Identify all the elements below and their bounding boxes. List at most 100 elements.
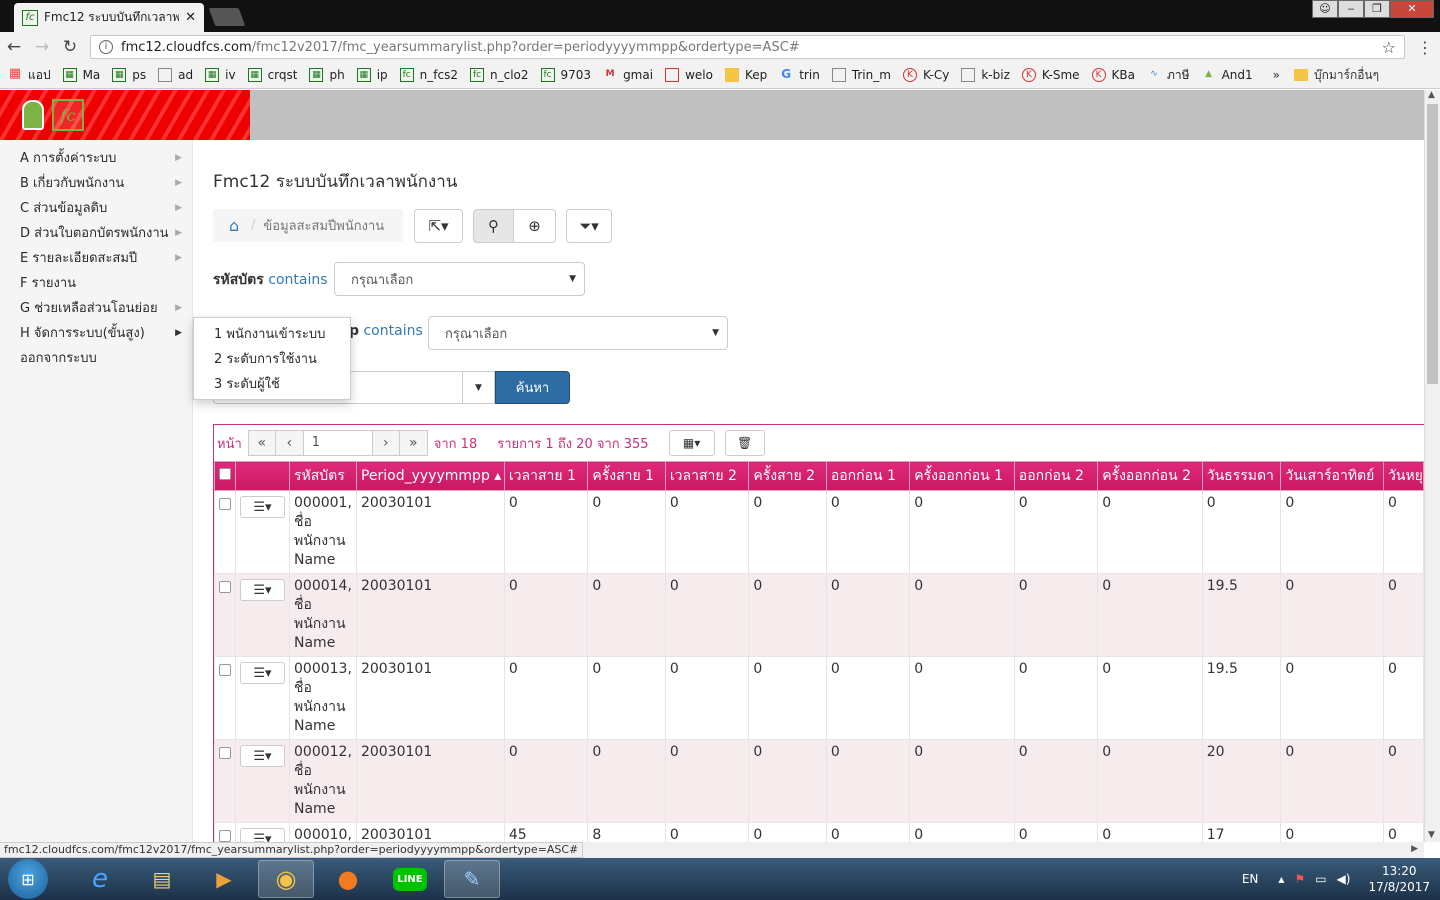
forward-arrow-icon[interactable]: → bbox=[28, 37, 56, 57]
col-header[interactable]: Period_yyyymmpp ▴ bbox=[355, 461, 505, 491]
submenu-item-user-level[interactable]: 3 ระดับผู้ใช้ bbox=[194, 372, 350, 397]
bookmark-item[interactable]: k-biz bbox=[961, 68, 1010, 82]
col-header[interactable]: ครั้งออกก่อน 1 bbox=[909, 461, 1015, 491]
bookmark-star-icon[interactable]: ☆ bbox=[1382, 38, 1396, 57]
col-header[interactable]: ครั้งสาย 1 bbox=[587, 461, 666, 491]
bookmark-item[interactable]: Gtrin bbox=[779, 68, 820, 82]
table-row[interactable]: ☰▾ 000014, ชื่อ พนักงาน Name 20030101 0 0 0 0 0… bbox=[214, 573, 1424, 657]
bookmark-apps[interactable]: ▦ แอป bbox=[8, 66, 51, 85]
ie-icon[interactable]: e bbox=[72, 860, 128, 898]
submenu-item-access-level[interactable]: 2 ระดับการใช้งาน bbox=[194, 347, 350, 372]
col-header[interactable]: เวลาสาย 2 bbox=[664, 461, 750, 491]
other-bookmarks-folder[interactable]: บุ๊กมาร์กอื่นๆ bbox=[1293, 66, 1379, 85]
last-page-button[interactable]: » bbox=[399, 430, 428, 456]
search-toggle-button[interactable]: ⚲ bbox=[473, 209, 514, 243]
submenu-item-user-login[interactable]: 1 พนักงานเข้าระบบ bbox=[194, 322, 350, 347]
row-checkbox[interactable] bbox=[219, 498, 231, 510]
table-row[interactable]: ☰▾ 000012, ชื่อ พนักงาน Name 20030101 0 0 0 0 0… bbox=[214, 739, 1424, 823]
sidebar-item-timecards[interactable]: D ส่วนใบตอกบัตรพนักงาน ▶ bbox=[20, 220, 186, 245]
table-row[interactable]: ☰▾000010, ชื่อ พนักงาน Name2003010145800… bbox=[214, 822, 1424, 842]
explorer-folder-icon[interactable]: ▤ bbox=[134, 860, 190, 898]
sidebar-item-yearly-details[interactable]: E รายละเอียดสะสมปี ▶ bbox=[20, 245, 186, 270]
browser-menu-icon[interactable]: ⋮ bbox=[1417, 38, 1433, 57]
sidebar-item-transfer-help[interactable]: G ช่วยเหลือส่วนโอนย่อย ▶ bbox=[20, 295, 186, 320]
scroll-right-icon[interactable]: ▶ bbox=[1411, 844, 1418, 854]
advanced-search-button[interactable]: ⊕ bbox=[513, 209, 556, 243]
line-icon[interactable]: LINE bbox=[382, 860, 438, 898]
bookmark-item[interactable]: ▦ ps bbox=[112, 68, 146, 82]
bookmark-item[interactable]: Kep bbox=[724, 68, 767, 82]
col-header[interactable]: ครั้งออกก่อน 2 bbox=[1097, 461, 1203, 491]
row-select-cell[interactable] bbox=[214, 573, 236, 657]
clock[interactable]: 13:20 17/8/2017 bbox=[1368, 863, 1430, 895]
sidebar-item-raw-data[interactable]: C ส่วนข้อมูลดิบ ▶ bbox=[20, 195, 186, 220]
row-checkbox[interactable] bbox=[219, 830, 231, 842]
row-menu-button[interactable]: ☰▾ bbox=[240, 496, 285, 518]
bookmark-item[interactable]: ▦ crqst bbox=[247, 68, 297, 82]
vertical-scrollbar[interactable]: ▲ ▼ bbox=[1424, 90, 1440, 842]
paint-icon[interactable]: ✎ bbox=[444, 860, 500, 898]
bookmark-item[interactable]: ad bbox=[158, 68, 193, 82]
reload-icon[interactable]: ↻ bbox=[56, 37, 84, 57]
maximize-icon[interactable]: ❐ bbox=[1364, 0, 1390, 18]
back-arrow-icon[interactable]: ← bbox=[0, 37, 28, 57]
prev-page-button[interactable]: ‹ bbox=[275, 430, 304, 456]
bookmark-item[interactable]: K KBa bbox=[1091, 68, 1135, 82]
user-icon[interactable]: ☺ bbox=[1312, 0, 1338, 18]
filter2-select[interactable]: กรุณาเลือก ▼ bbox=[428, 316, 728, 350]
new-tab-button[interactable] bbox=[208, 8, 246, 26]
col-header[interactable]: ออกก่อน 1 bbox=[825, 461, 911, 491]
bookmark-item[interactable]: fc n_fcs2 bbox=[399, 68, 458, 82]
row-checkbox[interactable] bbox=[219, 747, 231, 759]
col-header[interactable]: ออกก่อน 2 bbox=[1013, 461, 1099, 491]
bookmark-item[interactable]: fc n_clo2 bbox=[470, 68, 529, 82]
table-row[interactable]: ☰▾ 000013, ชื่อ พนักงาน Name 20030101 0 0 0 0 0… bbox=[214, 656, 1424, 740]
chrome-icon[interactable]: ◉ bbox=[258, 860, 314, 898]
next-page-button[interactable]: › bbox=[371, 430, 400, 456]
col-header[interactable]: เวลาสาย 1 bbox=[503, 461, 589, 491]
bookmark-item[interactable]: fc 9703 bbox=[540, 68, 591, 82]
browser-tab[interactable]: fc Fmc12 ระบบบันทึกเวลาพนัก ✕ bbox=[14, 3, 204, 32]
network-icon[interactable]: ▭ bbox=[1315, 872, 1326, 886]
bookmark-item[interactable]: ▦ ph bbox=[309, 68, 345, 82]
bookmark-item[interactable]: Mgmai bbox=[603, 68, 653, 82]
scroll-thumb[interactable] bbox=[1427, 104, 1438, 384]
col-header[interactable]: วันเสาร์อาทิตย์ bbox=[1280, 461, 1385, 491]
row-select-cell[interactable] bbox=[214, 656, 236, 740]
bookmark-item[interactable]: ∿ ภาษี bbox=[1147, 66, 1189, 85]
row-checkbox[interactable] bbox=[219, 664, 231, 676]
table-row[interactable]: ☰▾ 000001, ชื่อ พนักงาน Name 20030101 0 0 0 0 0… bbox=[214, 490, 1424, 574]
row-menu-button[interactable]: ☰▾ bbox=[240, 828, 285, 842]
info-icon[interactable]: i bbox=[99, 40, 113, 54]
minimize-icon[interactable]: ‒ bbox=[1338, 0, 1364, 18]
sidebar-item-employees[interactable]: B เกี่ยวกับพนักงาน ▶ bbox=[20, 170, 186, 195]
row-checkbox[interactable] bbox=[219, 581, 231, 593]
first-page-button[interactable]: « bbox=[247, 430, 276, 456]
filter1-select[interactable]: กรุณาเลือก ▼ bbox=[334, 262, 585, 296]
col-header[interactable]: วันธรรมดา bbox=[1201, 461, 1282, 491]
search-options-dropdown[interactable]: ▼ bbox=[462, 371, 495, 404]
sidebar-item-reports[interactable]: F รายงาน bbox=[20, 270, 186, 295]
address-bar[interactable]: i fmc12.cloudfcs.com/fmc12v2017/fmc_year… bbox=[90, 35, 1405, 59]
row-menu-button[interactable]: ☰▾ bbox=[240, 662, 285, 684]
bookmark-item[interactable]: ▦ iv bbox=[205, 68, 236, 82]
firefox-icon[interactable]: ● bbox=[320, 860, 376, 898]
row-menu-button[interactable]: ☰▾ bbox=[240, 579, 285, 601]
sidebar-item-logout[interactable]: ออกจากระบบ bbox=[20, 345, 186, 370]
row-select-cell[interactable] bbox=[214, 490, 236, 574]
bookmark-item[interactable]: welo bbox=[665, 68, 713, 82]
language-indicator[interactable]: EN bbox=[1242, 872, 1259, 886]
page-number-input[interactable]: 1 bbox=[303, 430, 372, 456]
bookmark-item[interactable]: K K-Cy bbox=[902, 68, 949, 82]
home-icon[interactable]: ⌂ bbox=[229, 217, 245, 233]
select-all-checkbox[interactable] bbox=[219, 468, 231, 480]
tab-close-icon[interactable]: ✕ bbox=[185, 10, 196, 25]
col-header[interactable]: ครั้งสาย 2 bbox=[748, 461, 827, 491]
bookmark-item[interactable]: ▲ And1 bbox=[1202, 68, 1253, 82]
column-chooser-button[interactable]: ▦▾ bbox=[668, 430, 715, 456]
delete-button[interactable]: 🗑 bbox=[724, 430, 765, 456]
bookmarks-overflow-chevron[interactable]: » bbox=[1273, 68, 1280, 82]
volume-icon[interactable]: ◀) bbox=[1337, 872, 1351, 886]
search-button[interactable]: ค้นหา bbox=[495, 371, 570, 404]
bookmark-item[interactable]: Trin_m bbox=[831, 68, 891, 82]
